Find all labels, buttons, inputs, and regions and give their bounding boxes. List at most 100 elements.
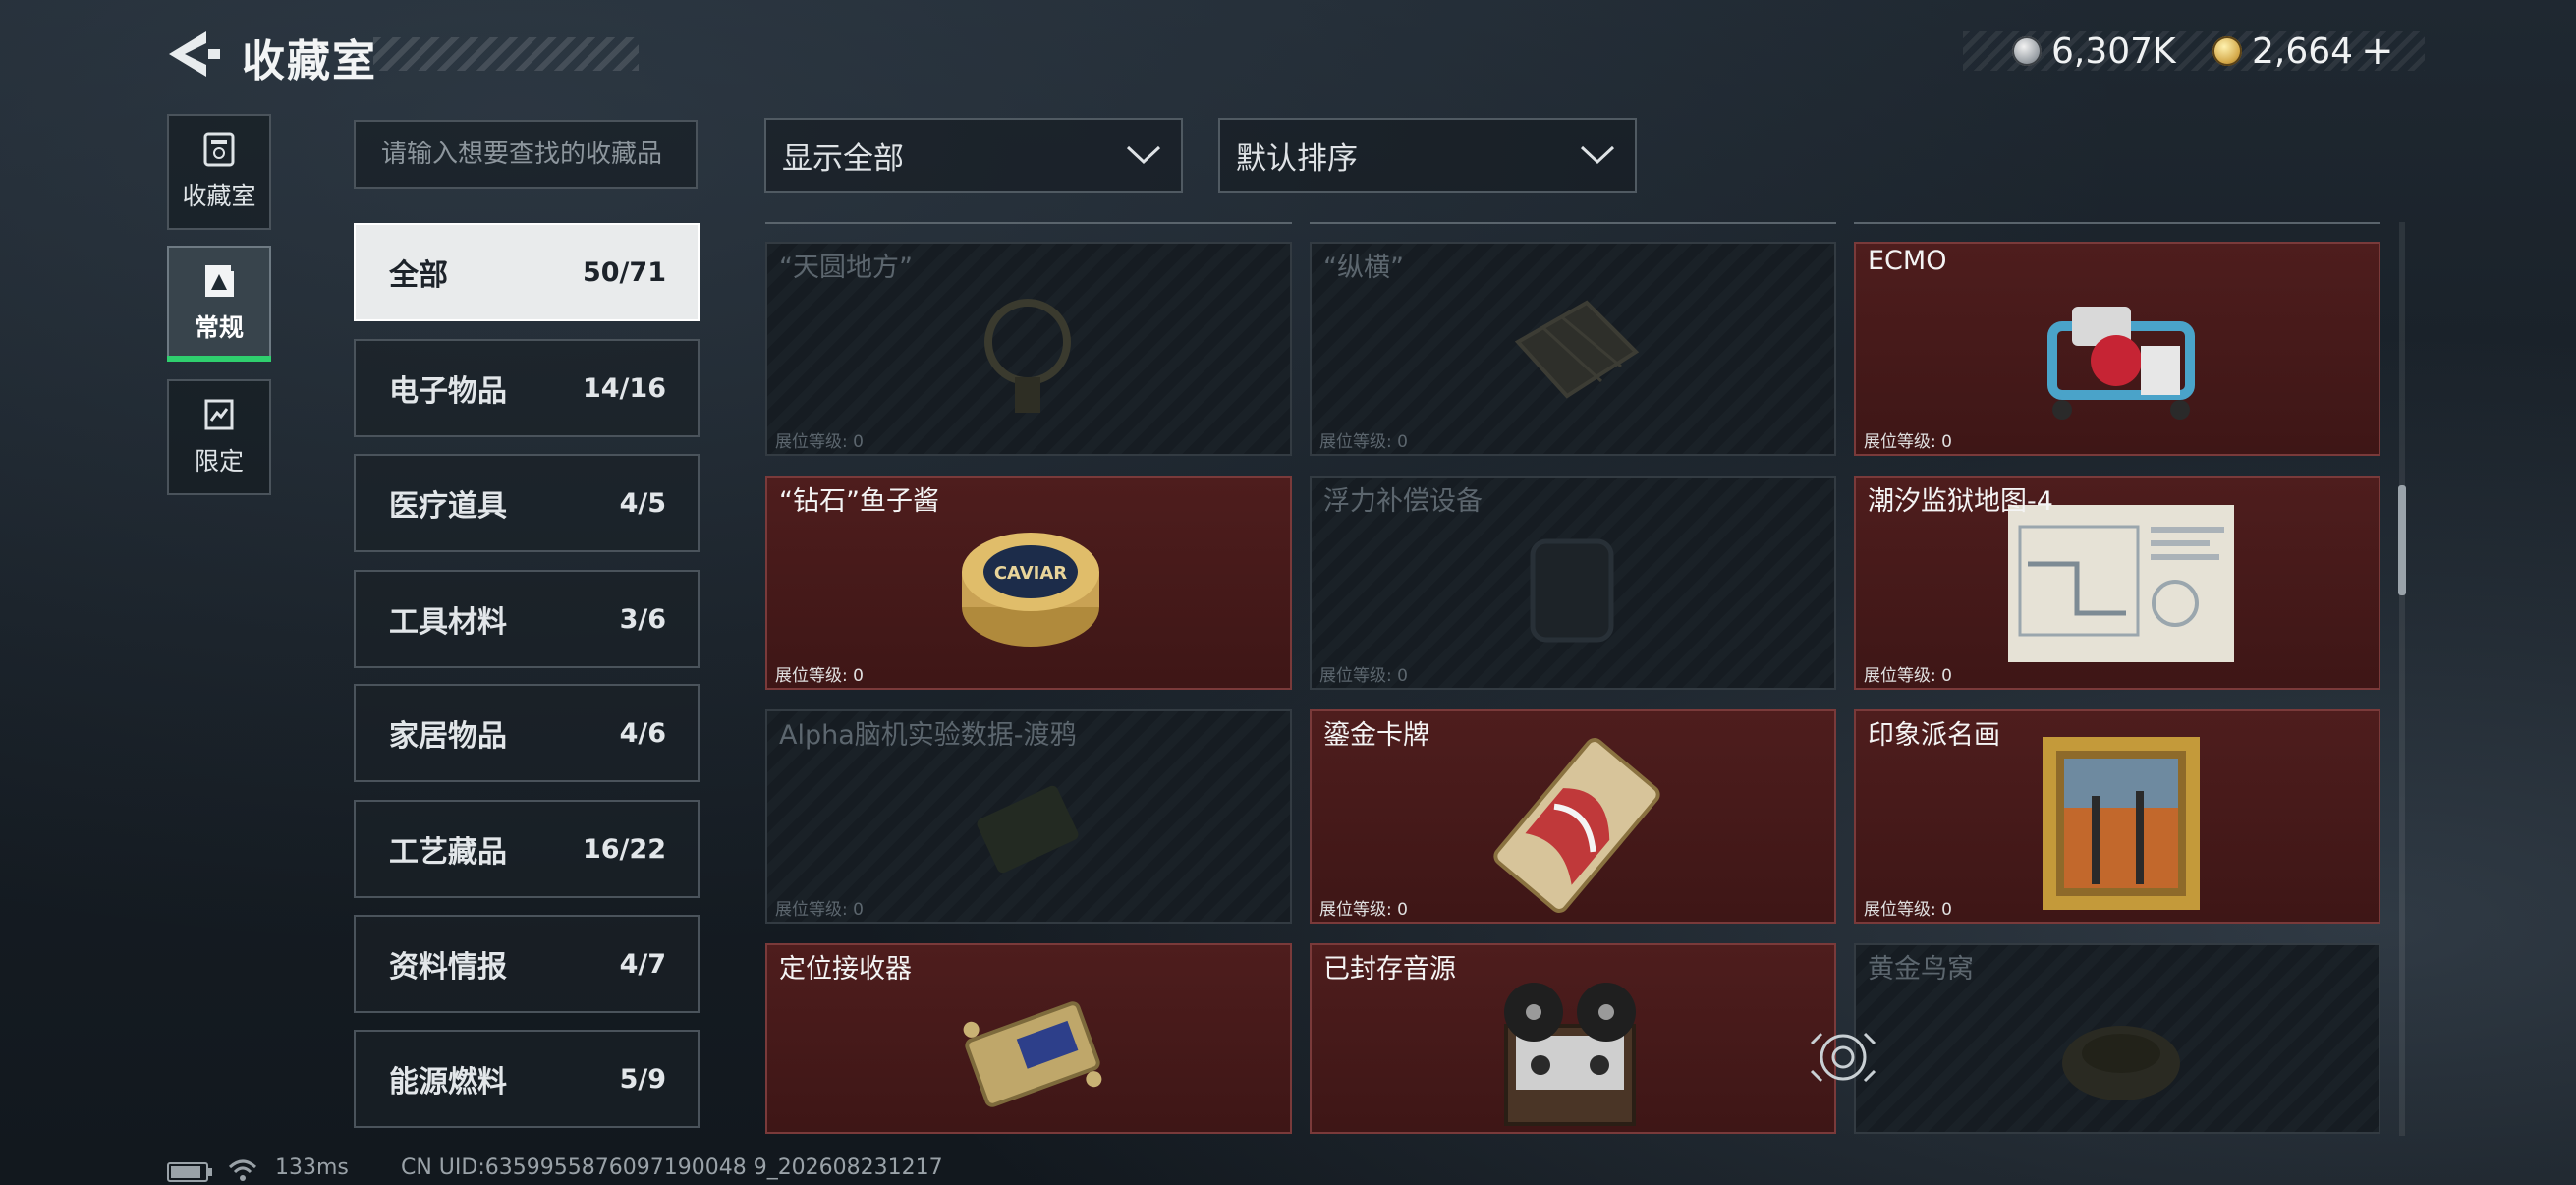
chessboard-icon [1514,300,1640,399]
item-level: 展位等级: 0 [1864,900,1952,920]
page-title: 收藏室 [242,36,377,86]
back-button[interactable] [165,29,224,79]
category-household[interactable]: 家居物品 4/6 [354,684,700,782]
add-currency-button[interactable]: + [2361,28,2394,74]
data-drive-icon [977,785,1079,874]
category-count: 4/6 [619,717,666,749]
gallery-icon [205,265,234,297]
collection-card-gold-nest[interactable]: 黄金鸟窝 [1854,943,2380,1134]
scope-icon[interactable] [1808,1022,1878,1093]
item-name: 印象派名画 [1868,720,2000,751]
item-name: ECMO [1868,246,1947,276]
silver-currency: 6,307K [2012,30,2176,72]
scrollbar-thumb[interactable] [2398,485,2406,595]
category-count: 5/9 [619,1063,666,1095]
item-name: “纵横” [1323,253,1404,283]
svg-text:CAVIAR: CAVIAR [994,563,1067,584]
item-name: “钻石”鱼子酱 [779,486,939,517]
collection-card-reel-recorder[interactable]: 已封存音源 [1310,943,1836,1134]
category-label: 全部 [389,258,448,293]
grid-row-edge [1854,222,2380,224]
collection-card-buoyancy[interactable]: 浮力补偿设备 展位等级: 0 [1310,476,1836,690]
nav-regular-label: 常规 [194,313,244,342]
wifi-icon [228,1159,257,1181]
item-level: 展位等级: 0 [1864,666,1952,686]
reel-recorder-icon [1504,983,1636,1126]
currency-bar: 6,307K 2,664 + [1963,28,2425,74]
item-name: “天圆地方” [779,253,913,283]
collection-card-ecmo[interactable]: ECMO 展位等级: 0 [1854,242,2380,456]
nav-vault-label: 收藏室 [182,182,256,210]
battery-icon [167,1162,212,1182]
nav-limited[interactable]: 限定 [167,379,271,495]
category-medical[interactable]: 医疗道具 4/5 [354,454,700,552]
category-crafts[interactable]: 工艺藏品 16/22 [354,800,700,898]
item-name: 鎏金卡牌 [1323,720,1429,751]
category-energy[interactable]: 能源燃料 5/9 [354,1030,700,1128]
receiver-icon [963,1001,1102,1107]
gold-currency: 2,664 + [2212,28,2394,74]
silver-coin-icon [2012,36,2042,66]
item-name: 定位接收器 [779,954,912,985]
gold-nest-icon [2062,1026,2180,1100]
category-tools[interactable]: 工具材料 3/6 [354,570,700,668]
category-electronics[interactable]: 电子物品 14/16 [354,339,700,437]
item-name: 潮汐监狱地图-4 [1868,486,2053,517]
title-decoration [373,37,639,71]
search-input[interactable] [354,120,698,189]
gilded-card-icon [1493,738,1660,913]
collection-card-gilded-card[interactable]: 鎏金卡牌 展位等级: 0 [1310,709,1836,924]
grid-row-edge [1310,222,1836,224]
scrollbar-track[interactable] [2399,222,2405,1136]
buoyancy-device-icon [1530,538,1614,643]
nav-regular[interactable]: 常规 [167,246,271,362]
gold-value: 2,664 [2252,30,2354,72]
chevron-down-icon [1580,145,1615,165]
category-all[interactable]: 全部 50/71 [354,223,700,321]
display-filter-dropdown[interactable]: 显示全部 [764,118,1183,193]
category-label: 工具材料 [389,605,507,640]
ecmo-machine-icon [2047,307,2195,420]
item-name: 已封存音源 [1323,954,1456,985]
category-label: 资料情报 [389,950,507,985]
item-level: 展位等级: 0 [1319,432,1408,452]
silver-value: 6,307K [2051,30,2176,72]
category-label: 家居物品 [389,719,507,754]
collection-card-receiver[interactable]: 定位接收器 [765,943,1292,1134]
collection-card-tianyuan[interactable]: “天圆地方” 展位等级: 0 [765,242,1292,456]
category-count: 50/71 [582,256,666,288]
category-label: 医疗道具 [389,489,507,524]
map-icon [2008,505,2234,662]
grid-row-edge [765,222,1292,224]
compass-icon [984,299,1071,413]
sort-dropdown[interactable]: 默认排序 [1218,118,1637,193]
collection-card-zongheng[interactable]: “纵横” 展位等级: 0 [1310,242,1836,456]
item-level: 展位等级: 0 [775,666,864,686]
ping-readout: 133ms [275,1156,349,1180]
category-label: 工艺藏品 [389,835,507,870]
item-level: 展位等级: 0 [1864,432,1952,452]
item-level: 展位等级: 0 [775,432,864,452]
category-count: 4/5 [619,487,666,519]
collection-card-tide-map[interactable]: 潮汐监狱地图-4 展位等级: 0 [1854,476,2380,690]
painting-icon [2043,737,2200,910]
sort-value: 默认排序 [1236,141,1358,177]
category-count: 4/7 [619,948,666,980]
item-name: 黄金鸟窝 [1868,954,1974,985]
item-name: Alpha脑机实验数据-渡鸦 [779,720,1077,751]
gold-coin-icon [2212,36,2242,66]
collection-card-painting[interactable]: 印象派名画 展位等级: 0 [1854,709,2380,924]
collection-card-caviar[interactable]: CAVIAR “钻石”鱼子酱 展位等级: 0 [765,476,1292,690]
vault-icon [203,132,235,167]
collection-card-alpha-data[interactable]: Alpha脑机实验数据-渡鸦 展位等级: 0 [765,709,1292,924]
category-count: 3/6 [619,603,666,635]
category-count: 16/22 [582,833,666,865]
category-intel[interactable]: 资料情报 4/7 [354,915,700,1013]
item-level: 展位等级: 0 [1319,666,1408,686]
item-level: 展位等级: 0 [1319,900,1408,920]
nav-vault[interactable]: 收藏室 [167,114,271,230]
item-level: 展位等级: 0 [775,900,864,920]
display-filter-value: 显示全部 [782,141,904,177]
nav-limited-label: 限定 [194,447,244,476]
caviar-tin-icon: CAVIAR [962,533,1099,647]
